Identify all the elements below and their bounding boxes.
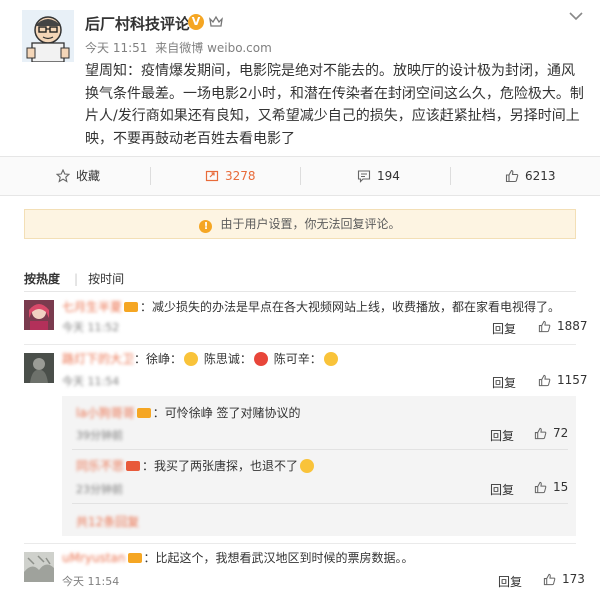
source-prefix: 来自 — [155, 41, 180, 55]
post-time[interactable]: 今天 11:51 — [85, 41, 147, 55]
comment-time: 今天 11:54 — [62, 375, 120, 388]
author-name[interactable]: 后厂村科技评论 — [85, 13, 190, 34]
member-crown-icon — [208, 14, 224, 30]
comment-text: 陈可辛： — [273, 352, 322, 366]
comment-count: 194 — [377, 169, 400, 183]
comment-like-button[interactable]: 173 — [543, 572, 585, 586]
member-badge-icon — [127, 553, 142, 563]
comment-text: ：减少损失的办法是早点在各大视频网站上线，收费播放，都在家看电视得了。 — [140, 300, 561, 314]
comment-text: ：徐峥： — [134, 352, 183, 366]
more-replies-link[interactable]: 共12条回复 — [76, 513, 139, 530]
crying-emoji-icon — [323, 352, 338, 366]
comment-like-button[interactable]: 1887 — [538, 319, 588, 333]
commenter-name[interactable]: 路灯下的大卫 — [62, 352, 134, 366]
thumbs-up-icon — [538, 374, 551, 386]
thumbs-up-icon — [505, 169, 519, 183]
comment-like-button[interactable]: 1157 — [538, 373, 588, 387]
member-badge-icon — [126, 461, 141, 471]
divider — [24, 543, 576, 544]
comment-like-count: 15 — [553, 480, 569, 494]
reply-disabled-notice: ! 由于用户设置，你无法回复评论。 — [24, 209, 576, 239]
star-icon — [56, 169, 70, 183]
divider — [24, 291, 576, 292]
reply-button[interactable]: 回复 — [492, 374, 516, 391]
comment-like-button[interactable]: 72 — [534, 426, 568, 440]
comment-like-count: 72 — [553, 426, 569, 440]
thinking-emoji-icon — [184, 352, 199, 366]
divider — [150, 167, 151, 185]
repost-count: 3278 — [225, 169, 256, 183]
collect-label: 收藏 — [76, 169, 101, 183]
action-bar: 收藏 3278 194 6213 — [0, 156, 600, 196]
member-badge-icon — [124, 302, 139, 312]
avatar-cartoon-icon — [22, 10, 74, 62]
commenter-name[interactable]: 同乐不思 — [76, 459, 124, 473]
repost-button[interactable]: 3278 — [205, 157, 256, 195]
divider — [72, 449, 568, 450]
comment-time: 今天 11:52 — [62, 321, 120, 334]
commenter-avatar[interactable] — [24, 300, 54, 330]
reply-button[interactable]: 回复 — [492, 320, 516, 337]
like-button[interactable]: 6213 — [505, 157, 556, 195]
chevron-down-icon[interactable] — [568, 9, 584, 23]
commenter-name[interactable]: la小狗哥哥 — [76, 406, 135, 420]
divider — [300, 167, 301, 185]
divider: | — [74, 272, 79, 286]
author-avatar[interactable] — [22, 10, 74, 62]
comment-icon — [357, 170, 371, 183]
comment-like-button[interactable]: 15 — [534, 480, 568, 494]
comment-text: ：可怜徐峥 签了对赌协议的 — [152, 406, 301, 420]
reply-button[interactable]: 回复 — [490, 427, 514, 444]
like-count: 6213 — [525, 169, 556, 183]
commenter-name[interactable]: uMryustan — [62, 551, 126, 565]
notice-text: 由于用户设置，你无法回复评论。 — [220, 217, 401, 231]
comment-time: 今天 11:54 — [62, 575, 120, 588]
divider — [24, 344, 576, 345]
comment-body: 七月生半夏 ：减少损失的办法是早点在各大视频网站上线，收费播放，都在家看电视得了。 — [62, 298, 560, 315]
comment-like-count: 1887 — [557, 319, 588, 333]
commenter-name[interactable]: 七月生半夏 — [62, 300, 122, 314]
thumbs-up-icon — [543, 573, 556, 585]
comment-sort-tabs: 按热度 | 按时间 — [24, 270, 138, 287]
repost-icon — [205, 170, 219, 182]
commenter-avatar[interactable] — [24, 552, 54, 582]
post-content: 望周知：疫情爆发期间，电影院是绝对不能去的。放映厅的设计极为封闭，通风换气条件最… — [85, 63, 584, 147]
comment-text: ：我买了两张唐探，也退不了 — [142, 459, 299, 473]
verified-badge-icon: V — [188, 14, 204, 30]
warning-icon: ! — [199, 220, 213, 233]
commenter-avatar[interactable] — [24, 353, 54, 383]
post-source[interactable]: 微博 weibo.com — [179, 41, 272, 55]
tab-sort-time[interactable]: 按时间 — [88, 272, 124, 286]
tab-sort-hot[interactable]: 按热度 — [24, 272, 60, 286]
thumbs-up-icon — [534, 427, 547, 439]
comment-text: ：比起这个，我想看武汉地区到时候的票房数据。。 — [143, 551, 414, 565]
collect-button[interactable]: 收藏 — [56, 157, 100, 195]
comment-body: uMryustan ：比起这个，我想看武汉地区到时候的票房数据。。 — [62, 549, 414, 566]
reply-button[interactable]: 回复 — [490, 481, 514, 498]
thumbs-up-icon — [538, 320, 551, 332]
member-badge-icon — [136, 408, 151, 418]
comment-body: 路灯下的大卫：徐峥： 陈思诚： 陈可辛： — [62, 350, 340, 367]
comment-text: 陈思诚： — [203, 352, 252, 366]
thumbs-up-icon — [534, 481, 547, 493]
emoji-icon — [300, 459, 315, 473]
post-meta: 今天 11:51 来自微博 weibo.com — [85, 39, 276, 56]
reply-button[interactable]: 回复 — [498, 573, 522, 590]
comment-like-count: 1157 — [557, 373, 588, 387]
divider — [450, 167, 451, 185]
divider — [72, 503, 568, 504]
angry-emoji-icon — [253, 352, 268, 366]
comment-time: 23分钟前 — [76, 483, 123, 496]
sub-comment-body: la小狗哥哥 ：可怜徐峥 签了对赌协议的 — [76, 404, 301, 421]
sub-comment-body: 同乐不思 ：我买了两张唐探，也退不了 — [76, 457, 316, 474]
comment-time: 39分钟前 — [76, 429, 123, 442]
comment-like-count: 173 — [562, 572, 585, 586]
comment-button[interactable]: 194 — [357, 157, 400, 195]
